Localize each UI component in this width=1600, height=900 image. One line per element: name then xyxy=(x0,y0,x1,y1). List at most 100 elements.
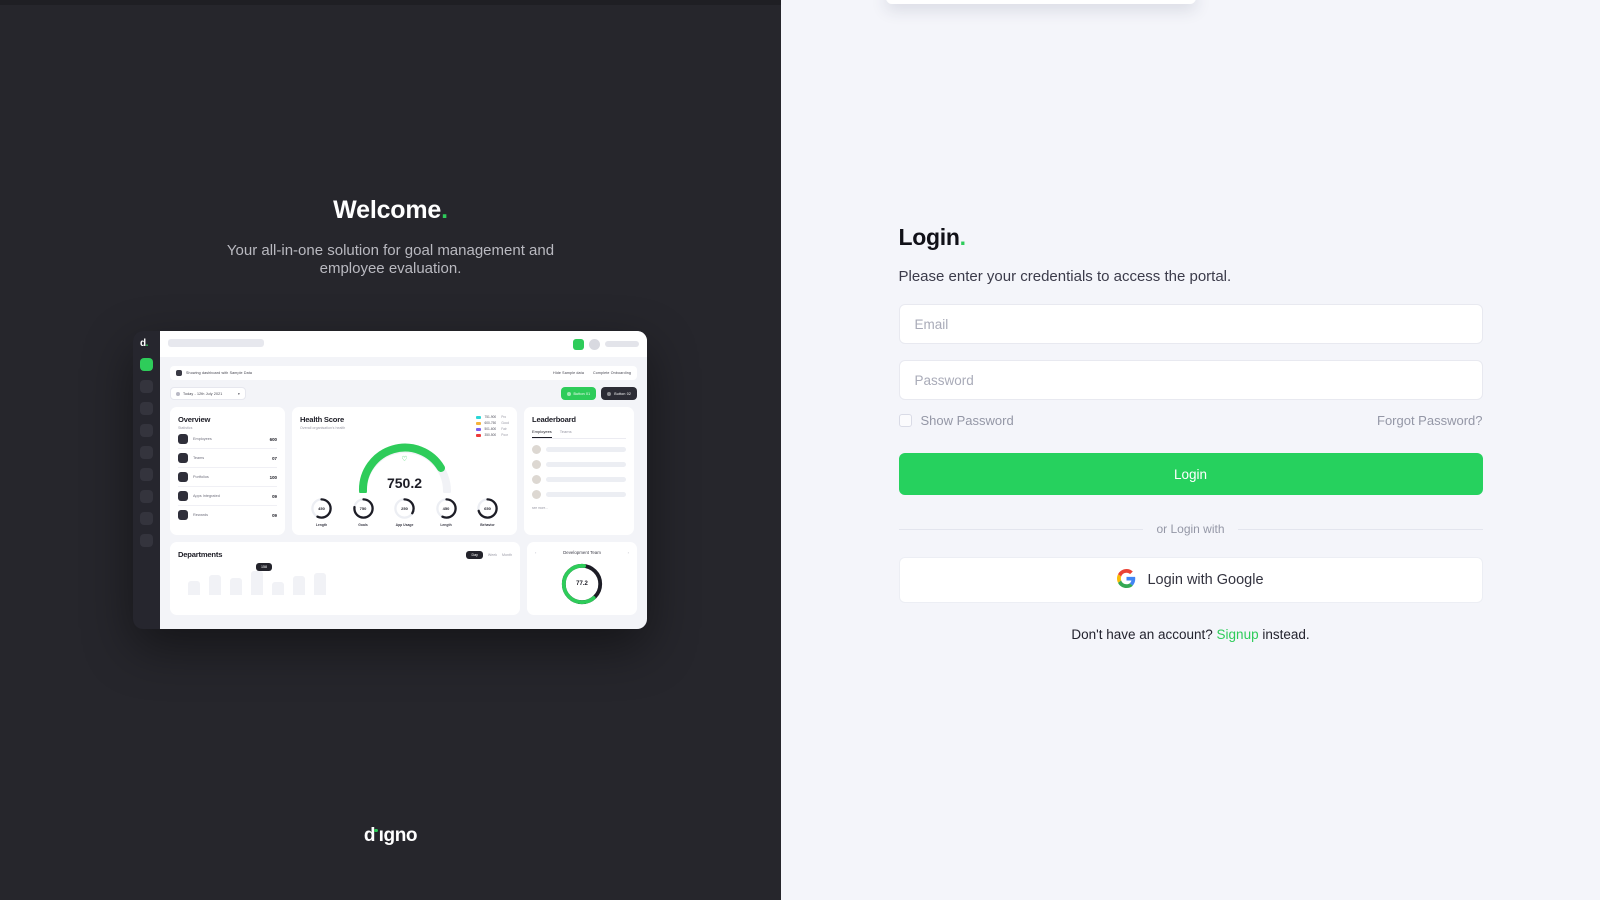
row-value: 09 xyxy=(272,512,277,518)
preview-devteam-title: Development Team xyxy=(563,550,601,555)
legend-range: 751-900 xyxy=(484,415,497,419)
chevron-right-icon: › xyxy=(627,550,629,555)
ring-item: 450 Length xyxy=(306,497,337,527)
employees-icon xyxy=(178,434,188,444)
pill-month: Month xyxy=(502,552,512,557)
password-input[interactable] xyxy=(898,360,1483,400)
ring-chart: 450 xyxy=(435,497,458,520)
preview-departments-bars: 158 xyxy=(178,563,512,595)
bar xyxy=(209,575,221,595)
avatar xyxy=(532,475,541,484)
signup-prompt: Don't have an account? Signup instead. xyxy=(899,627,1483,642)
preview-overview-row: Apps Integrated 09 xyxy=(178,487,277,506)
ring-item: 650 Behavior xyxy=(472,497,503,527)
preview-devteam-card: ‹ Development Team › 77.2 xyxy=(527,542,637,615)
ring-label: Length xyxy=(440,523,452,527)
preview-body: Showing dashboard with Sample Data Hide … xyxy=(160,331,647,629)
preview-hide-sample-link: Hide Sample data xyxy=(553,371,584,375)
preview-health-rings: 450 Length 750 Goals 250 App Usage 450 L… xyxy=(306,497,503,527)
preview-sidebar: d. xyxy=(133,331,160,629)
legend-swatch xyxy=(476,427,482,431)
ring-chart: 650 xyxy=(476,497,499,520)
preview-button-01-label: Button 01 xyxy=(573,391,591,396)
ring-item: 750 Goals xyxy=(348,497,379,527)
top-toast-notification xyxy=(886,0,1196,4)
show-password-toggle[interactable]: Show Password xyxy=(898,413,1014,428)
ring-label: Length xyxy=(315,523,328,527)
leaderboard-row xyxy=(532,475,626,484)
preview-sidebar-icon-search xyxy=(140,512,153,525)
divider-line-right xyxy=(1237,528,1483,530)
preview-overview-row: Employees 600 xyxy=(178,430,277,449)
preview-complete-onboarding-link: Complete Onboarding xyxy=(592,371,631,375)
google-login-button[interactable]: Login with Google xyxy=(898,557,1483,603)
preview-devteam-score: 77.2 xyxy=(576,581,588,587)
preview-action-icon xyxy=(573,338,584,350)
page-title-dot: . xyxy=(959,224,966,250)
teams-icon xyxy=(178,453,188,463)
login-form: Login. Please enter your credentials to … xyxy=(898,224,1483,642)
welcome-block: Welcome. Your all-in-one solution for go… xyxy=(0,196,781,279)
preview-search-input xyxy=(168,339,264,347)
preview-health-card: Health Score Overall organisation's heal… xyxy=(292,407,517,535)
welcome-subtitle: Your all-in-one solution for goal manage… xyxy=(226,242,555,278)
preview-overview-rows: Employees 600 Teams 07 Portfolios 100 Ap… xyxy=(178,430,277,524)
logo-dot-icon xyxy=(374,828,378,832)
preview-overview-row: Portfolios 100 xyxy=(178,468,277,487)
preview-leaderboard-title: Leaderboard xyxy=(532,415,576,424)
chevron-down-icon: ▾ xyxy=(238,391,240,396)
welcome-title-dot: . xyxy=(441,196,448,224)
legend-swatch xyxy=(476,421,482,425)
row-value: 600 xyxy=(269,436,277,442)
signup-link[interactable]: Signup xyxy=(1217,627,1259,642)
preview-notice-text: Showing dashboard with Sample Data xyxy=(186,371,253,375)
avatar xyxy=(532,490,541,499)
preview-tab-employees: Employees xyxy=(532,429,552,438)
preview-departments-header: Departments Day Week Month xyxy=(178,550,512,559)
preview-sidebar-icon-reports xyxy=(140,446,153,459)
ring-value: 650 xyxy=(484,506,491,511)
forgot-password-link[interactable]: Forgot Password? xyxy=(1377,413,1483,428)
preview-logo: d. xyxy=(140,338,148,349)
legend-swatch xyxy=(476,415,482,419)
page-title: Login. xyxy=(899,224,1483,251)
preview-tab-teams: Teams xyxy=(559,429,572,434)
google-login-label: Login with Google xyxy=(1147,572,1264,588)
divider-line-left xyxy=(898,528,1144,530)
welcome-title-text: Welcome xyxy=(333,196,442,224)
preview-sidebar-icon-teams xyxy=(140,424,153,437)
email-input[interactable] xyxy=(898,304,1483,344)
preview-filter-row: Today - 12th July 2021 ▾ Button 01 Butto… xyxy=(170,387,637,400)
bar xyxy=(272,582,284,595)
preview-devteam-gauge: 77.2 xyxy=(559,561,605,607)
login-button[interactable]: Login xyxy=(898,453,1483,495)
divider-text: or Login with xyxy=(1156,522,1225,536)
login-subtitle: Please enter your credentials to access … xyxy=(898,268,1232,285)
preview-sidebar-icon-settings xyxy=(140,534,153,547)
preview-button-01: Button 01 xyxy=(560,387,597,400)
bar xyxy=(251,571,263,595)
ring-chart: 250 xyxy=(393,497,416,520)
plus-icon xyxy=(566,391,571,396)
ring-value: 450 xyxy=(442,506,450,511)
apps-icon xyxy=(178,491,188,501)
bar xyxy=(293,576,305,595)
preview-sidebar-icon-dashboard xyxy=(140,358,153,371)
legend-label: Poor xyxy=(501,433,508,437)
row-label: Teams xyxy=(193,456,205,460)
dashboard-preview-image: d. Showing dashboard with Sample Data Hi… xyxy=(133,331,647,629)
row-label: Apps Integrated xyxy=(193,494,220,498)
preview-sidebar-icon-alerts xyxy=(140,380,153,393)
legend-swatch xyxy=(476,433,482,437)
row-label: Portfolios xyxy=(193,475,209,479)
signup-prefix: Don't have an account? xyxy=(1071,627,1217,642)
left-hero-panel: Welcome. Your all-in-one solution for go… xyxy=(0,0,781,900)
show-password-checkbox[interactable] xyxy=(898,414,912,427)
preview-see-more-link: see more... xyxy=(532,506,548,510)
calendar-icon xyxy=(176,391,180,396)
preview-topbar xyxy=(160,331,647,357)
row-value: 07 xyxy=(272,455,277,461)
name-placeholder xyxy=(546,477,626,482)
row-value: 09 xyxy=(272,493,277,499)
legend-item: 501-600 Fair xyxy=(476,427,509,431)
